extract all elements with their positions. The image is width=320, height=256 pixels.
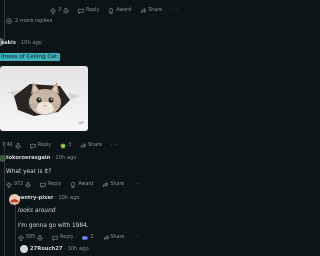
timestamp: 10h ago	[58, 195, 80, 201]
ceiling-cat-image	[0, 66, 88, 131]
vote-control[interactable]: 3	[50, 7, 70, 14]
downvote-icon[interactable]	[63, 7, 70, 14]
username[interactable]: pantry-pixer	[17, 195, 53, 201]
vote-control[interactable]: 7.4K	[2, 142, 21, 149]
share-button[interactable]: Share	[102, 181, 124, 188]
award-icon	[70, 181, 76, 188]
comment-header: tokoroerasgain · 10h ago	[6, 155, 77, 161]
reply-icon	[40, 182, 46, 188]
downvote-icon[interactable]	[37, 234, 44, 241]
timestamp: 10h ago	[67, 246, 89, 252]
share-icon	[140, 7, 147, 14]
more-options-icon[interactable]: ···	[111, 143, 119, 148]
award-icon	[60, 143, 66, 149]
expand-icon	[6, 18, 12, 24]
downvote-icon[interactable]	[25, 181, 32, 188]
vote-control[interactable]: 972	[6, 181, 32, 188]
comment-actions: 585 Reply 2 Share ···	[18, 233, 150, 242]
share-button[interactable]: Share	[140, 7, 162, 14]
reply-button[interactable]: Reply	[78, 8, 99, 14]
timestamp: 10h ago	[55, 155, 77, 161]
upvote-icon[interactable]	[6, 181, 12, 188]
vote-count: 585	[26, 235, 36, 240]
vote-count: 7.4K	[2, 143, 13, 148]
reply-button[interactable]: Reply	[40, 182, 61, 188]
more-options-icon[interactable]: ···	[133, 182, 141, 187]
username[interactable]: tokoroerasgain	[6, 155, 50, 161]
upvote-icon[interactable]	[18, 234, 24, 241]
timestamp: 10h ago	[20, 40, 43, 46]
share-icon	[103, 234, 109, 241]
more-options-icon[interactable]: ···	[133, 235, 141, 240]
more-replies-link[interactable]: 2 more replies	[6, 18, 52, 24]
share-icon	[80, 142, 87, 149]
gif-badge: GIF	[78, 121, 84, 125]
downvote-icon[interactable]	[14, 142, 21, 149]
vote-count: 972	[14, 182, 24, 187]
comment-actions: 972 Reply Award Share ···	[6, 180, 150, 189]
previous-comment-actions: 3 Reply Award Share ···	[50, 6, 188, 15]
award-button[interactable]: Award	[108, 7, 131, 14]
upvote-icon[interactable]	[50, 7, 56, 14]
thread-line	[4, 0, 5, 40]
username[interactable]: sakis	[1, 40, 16, 46]
share-button[interactable]: Share	[103, 234, 124, 241]
reply-button[interactable]: Reply	[52, 235, 73, 241]
reply-icon	[30, 143, 36, 149]
award-button[interactable]: 2	[82, 235, 94, 241]
reply-icon	[78, 8, 84, 14]
share-icon	[102, 181, 109, 188]
award-count: 3	[68, 143, 72, 148]
share-button[interactable]: Share	[80, 142, 102, 149]
award-button[interactable]: Award	[70, 181, 93, 188]
comment-actions: 7.4K Reply 3 Share ···	[2, 141, 128, 150]
comment-body-line: I'm gonna go with 1984.	[18, 223, 89, 229]
comment-body: What year is it?	[6, 169, 52, 175]
avatar[interactable]	[20, 245, 28, 253]
comment-header: sakis · 10h ago	[1, 40, 43, 46]
award-button[interactable]: 3	[60, 143, 71, 149]
comment-body-line: looks around	[18, 208, 56, 214]
highlighted-comment-text: ltness of Ceiling Cat	[0, 53, 60, 61]
comment-header: pantry-pixer · 10h ago	[17, 195, 80, 201]
award-icon	[108, 7, 114, 14]
ceiling-cat-gif[interactable]: GIF	[0, 66, 88, 131]
reply-icon	[52, 235, 58, 241]
award-count: 2	[90, 235, 94, 240]
comment-header: 27Rouch27 · 10h ago	[30, 246, 89, 252]
thread-line	[15, 205, 16, 256]
more-options-icon[interactable]: ···	[171, 8, 179, 13]
vote-count: 3	[58, 8, 62, 13]
vote-control[interactable]: 585	[18, 234, 44, 241]
award-icon	[82, 235, 89, 241]
reply-button[interactable]: Reply	[30, 143, 51, 149]
username[interactable]: 27Rouch27	[30, 246, 62, 252]
